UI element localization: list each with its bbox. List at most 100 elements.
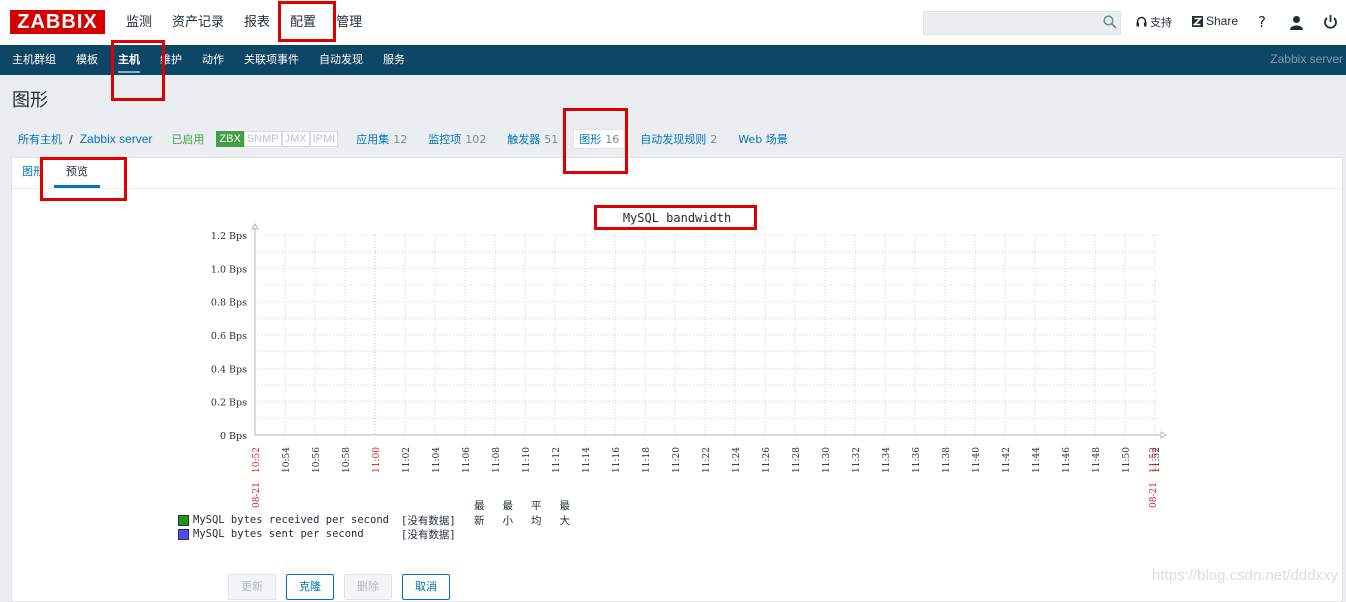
y-tick-label: 0.2 Bps: [211, 398, 247, 409]
zabbix-logo[interactable]: ZABBIX: [10, 10, 105, 34]
x-tick-label: 11:20: [672, 447, 682, 473]
support-link[interactable]: 支持: [1136, 14, 1172, 30]
x-tick-label: 11:50: [1122, 447, 1132, 473]
breadcrumb-discovery-rules[interactable]: 自动发现规则 2: [640, 131, 717, 147]
sign-out-icon[interactable]: [1323, 14, 1338, 30]
x-tick-label: 10:52: [252, 447, 262, 473]
breadcrumb-items[interactable]: 监控项 102: [428, 131, 486, 147]
submenu-templates[interactable]: 模板: [66, 45, 108, 75]
x-tick-label: 11:36: [912, 447, 922, 473]
search-input[interactable]: [923, 11, 1121, 35]
x-tick-label: 11:06: [462, 447, 472, 473]
graph-form-panel: 图形 预览 MySQL bandwidth 1.2 Bps 1.0 Bps 0.8 B…: [11, 157, 1343, 602]
breadcrumb-host[interactable]: Zabbix server: [80, 132, 153, 146]
breadcrumb-graphs[interactable]: 图形 16: [573, 129, 626, 149]
submenu-discovery[interactable]: 自动发现: [309, 45, 373, 75]
x-tick-label: 11:32: [852, 447, 862, 473]
menu-monitoring[interactable]: 监测: [116, 0, 162, 45]
legend-header-min: 最小: [502, 500, 514, 527]
sub-navigation: 主机群组 模板 主机 维护 动作 关联项事件 自动发现 服务 Zabbix se…: [0, 45, 1346, 75]
legend-series-name: MySQL bytes sent per second: [193, 528, 364, 540]
help-icon[interactable]: ?: [1258, 13, 1266, 31]
badge-jmx: JMX: [281, 131, 310, 147]
x-tick-label: 11:24: [732, 447, 742, 473]
menu-inventory[interactable]: 资产记录: [162, 0, 234, 45]
server-name: Zabbix server: [1270, 52, 1343, 66]
y-tick-label: 0.8 Bps: [211, 298, 247, 309]
x-tick-label: 11:40: [972, 447, 982, 473]
discovery-rules-count: 2: [710, 132, 718, 146]
graph-preview: MySQL bandwidth 1.2 Bps 1.0 Bps 0.8 Bps 0.6 …: [211, 211, 1167, 508]
breadcrumb-all-hosts[interactable]: 所有主机: [18, 131, 62, 147]
x-date-end-label: 08-21: [1149, 482, 1159, 508]
graphs-count: 16: [605, 132, 620, 146]
x-tick-label: 11:38: [942, 447, 952, 473]
search-icon[interactable]: [1103, 15, 1117, 29]
badge-zbx: ZBX: [216, 131, 244, 147]
delete-button[interactable]: 删除: [344, 574, 392, 600]
breadcrumb-web-scenarios[interactable]: Web 场景: [738, 131, 787, 147]
graphs-label: 图形: [579, 133, 602, 146]
share-icon: [1192, 15, 1203, 27]
submenu-event-correlation[interactable]: 关联项事件: [234, 45, 309, 75]
tab-divider: [12, 188, 1342, 189]
tab-graph[interactable]: 图形: [22, 158, 44, 188]
legend-header-max: 最大: [559, 500, 571, 527]
applications-label: 应用集: [356, 133, 390, 146]
x-tick-label: 11:26: [762, 447, 772, 473]
graph-title: MySQL bandwidth: [623, 211, 731, 225]
headset-icon: [1136, 16, 1147, 27]
cancel-button[interactable]: 取消: [402, 574, 450, 600]
clone-button[interactable]: 克隆: [286, 574, 334, 600]
x-tick-label: 11:12: [552, 447, 562, 473]
x-tick-label: 11:46: [1062, 447, 1072, 473]
x-tick-label: 11:08: [492, 447, 502, 473]
form-buttons: 更新 克隆 删除 取消: [228, 574, 450, 600]
x-tick-label: 11:00: [372, 447, 382, 473]
submenu-actions[interactable]: 动作: [192, 45, 234, 75]
y-tick-label: 0 Bps: [220, 431, 247, 442]
menu-reports[interactable]: 报表: [234, 0, 280, 45]
submenu-host-groups[interactable]: 主机群组: [2, 45, 66, 75]
tab-preview[interactable]: 预览: [54, 158, 100, 188]
x-axis-arrow: [1160, 431, 1167, 439]
x-tick-label: 11:16: [612, 447, 622, 473]
breadcrumb-applications[interactable]: 应用集 12: [356, 131, 407, 147]
x-tick-label: 11:18: [642, 447, 652, 473]
x-tick-label: 11:28: [792, 447, 802, 473]
share-label: Share: [1206, 14, 1239, 28]
x-tick-label: 11:44: [1032, 447, 1042, 473]
submenu-maintenance[interactable]: 维护: [150, 45, 192, 75]
y-tick-label: 1.2 Bps: [211, 231, 247, 242]
legend-header: 最新 最小 平均 最大: [474, 498, 570, 528]
submenu-hosts[interactable]: 主机: [108, 45, 150, 75]
x-tick-label: 10:54: [282, 447, 292, 473]
menu-administration[interactable]: 管理: [326, 0, 372, 45]
x-tick-label: 11:22: [702, 447, 712, 473]
web-scenarios-label: Web 场景: [738, 133, 788, 146]
x-tick-label: 11:34: [882, 447, 892, 473]
discovery-rules-label: 自动发现规则: [640, 133, 707, 146]
x-tick-label: 10:56: [312, 447, 322, 473]
submenu-services[interactable]: 服务: [373, 45, 415, 75]
breadcrumb-triggers[interactable]: 触发器 51: [507, 131, 558, 147]
y-tick-label: 0.4 Bps: [211, 364, 247, 375]
user-profile-icon[interactable]: [1289, 15, 1304, 30]
badge-ipmi: IPMI: [309, 131, 339, 147]
share-link[interactable]: Share: [1192, 14, 1238, 28]
badge-snmp: SNMP: [243, 131, 282, 147]
x-tick-label: 11:14: [582, 447, 592, 473]
items-label: 监控项: [428, 133, 462, 146]
breadcrumb-separator: /: [69, 132, 73, 146]
legend-no-data: [没有数据]: [401, 528, 456, 541]
legend-header-avg: 平均: [531, 500, 542, 527]
update-button[interactable]: 更新: [228, 574, 276, 600]
legend-row: MySQL bytes sent per second [没有数据]: [178, 527, 456, 541]
watermark: https://blog.csdn.net/dddxxy: [1152, 567, 1338, 584]
menu-configuration[interactable]: 配置: [280, 0, 327, 45]
y-tick-label: 1.0 Bps: [211, 264, 247, 275]
x-tick-label: 11:04: [432, 447, 442, 473]
host-status[interactable]: 已启用: [171, 131, 204, 147]
legend-row: MySQL bytes received per second [没有数据]: [178, 513, 456, 527]
form-tabs: 图形 预览: [22, 158, 100, 188]
